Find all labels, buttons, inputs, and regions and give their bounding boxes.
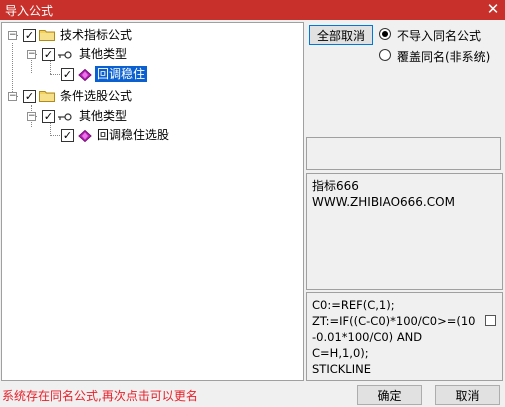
- description-line: 指标666: [312, 179, 359, 193]
- tree-expander[interactable]: −: [8, 92, 17, 101]
- tree-node-label[interactable]: 回调稳住选股: [97, 127, 169, 143]
- tree-checkbox[interactable]: ✓: [42, 48, 55, 61]
- tree-node-label[interactable]: 其他类型: [79, 46, 127, 62]
- formula-line: ZT:=IF((C-C0)*100/C0>=(10: [312, 314, 476, 328]
- cancel-button[interactable]: 取消: [435, 385, 500, 405]
- key-icon: [58, 50, 72, 60]
- gem-icon: [78, 69, 92, 81]
- formula-line: C0:=REF(C,1);: [312, 298, 395, 312]
- formula-tree[interactable]: − ✓ 技术指标公式 − ✓ 其他类型 ✓ 回调稳住 − ✓ 条件选股公式 − …: [1, 22, 304, 381]
- tree-connector: [12, 43, 13, 96]
- formula-line: -0.01*100/C0) AND C=H,1,0);: [312, 330, 423, 360]
- radio-selected-dot: [382, 31, 388, 37]
- folder-icon: [39, 29, 55, 41]
- empty-info-panel: [306, 137, 501, 170]
- tree-checkbox[interactable]: ✓: [42, 110, 55, 123]
- tree-expander[interactable]: −: [8, 31, 17, 40]
- formula-line: STICKLINE: [312, 362, 371, 376]
- tree-node-label[interactable]: 条件选股公式: [60, 88, 132, 104]
- tree-checkbox[interactable]: ✓: [23, 29, 36, 42]
- tree-node-label[interactable]: 其他类型: [79, 108, 127, 124]
- tree-checkbox[interactable]: ✓: [23, 90, 36, 103]
- radio-skip-label[interactable]: 不导入同名公式: [397, 27, 481, 44]
- formula-source-panel[interactable]: C0:=REF(C,1); ZT:=IF((C-C0)*100/C0>=(10 …: [306, 292, 503, 381]
- tree-node-label[interactable]: 技术指标公式: [60, 27, 132, 43]
- tree-checkbox[interactable]: ✓: [61, 129, 74, 142]
- folder-icon: [39, 90, 55, 102]
- formula-checkbox[interactable]: [485, 315, 496, 326]
- tree-node-label-selected[interactable]: 回调稳住: [95, 66, 148, 82]
- radio-skip-duplicates[interactable]: [379, 28, 391, 40]
- tree-expander[interactable]: −: [27, 112, 36, 121]
- close-icon[interactable]: ✕: [485, 0, 501, 19]
- tree-connector: [50, 60, 51, 74]
- gem-icon: [78, 130, 92, 142]
- formula-description-panel: 指标666 WWW.ZHIBIAO666.COM: [306, 173, 503, 290]
- tree-expander[interactable]: −: [27, 50, 36, 59]
- key-icon: [58, 112, 72, 122]
- ok-button[interactable]: 确定: [357, 385, 422, 405]
- tree-checkbox[interactable]: ✓: [61, 68, 74, 81]
- deselect-all-button[interactable]: 全部取消: [309, 25, 373, 45]
- window-title: 导入公式: [5, 4, 54, 18]
- radio-overwrite-label[interactable]: 覆盖同名(非系统): [397, 48, 490, 65]
- description-line: WWW.ZHIBIAO666.COM: [312, 195, 455, 209]
- status-message: 系统存在同名公式,再次点击可以更名: [2, 389, 198, 403]
- radio-overwrite-duplicates[interactable]: [379, 49, 391, 61]
- title-bar: 导入公式 ✕: [0, 0, 505, 20]
